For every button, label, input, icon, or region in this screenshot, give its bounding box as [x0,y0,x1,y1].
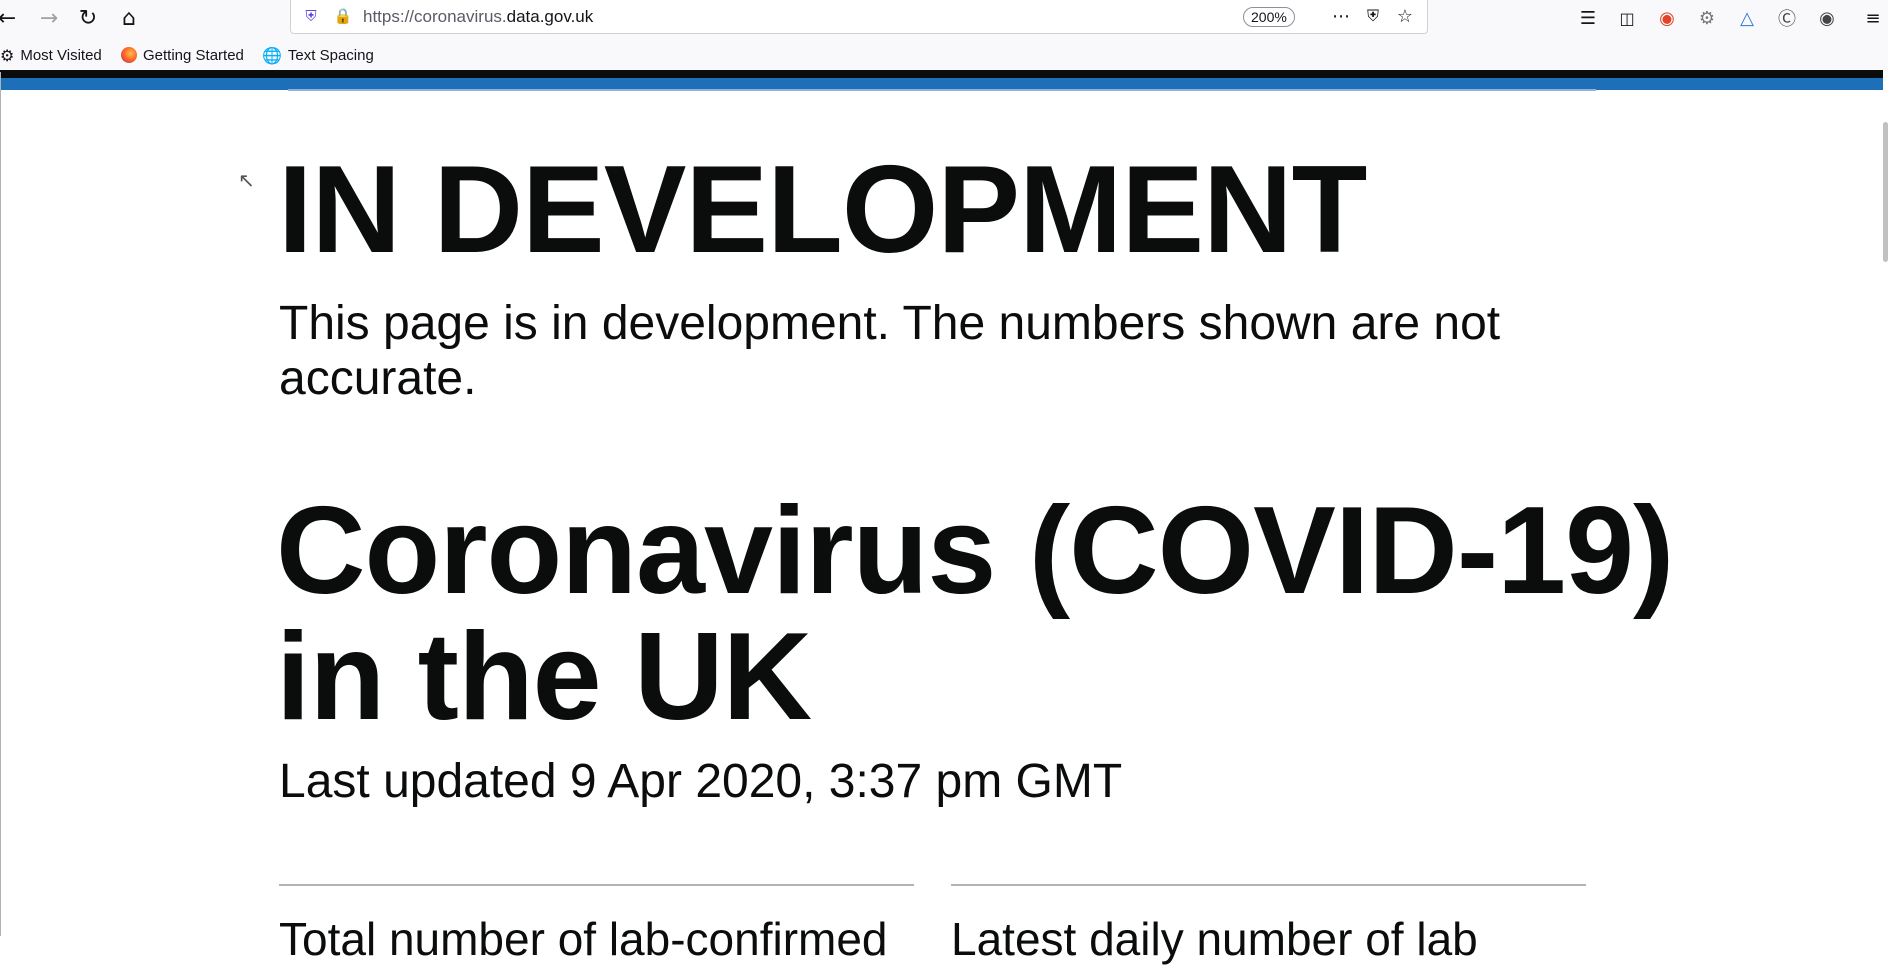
browser-toolbar: ← → ↻ ⌂ ⛨ 🔒 https://coronavirus.data.gov… [0,0,1888,36]
pocket-icon[interactable]: ⛨ [1361,4,1385,28]
mouse-cursor-icon: ↖ [238,168,255,192]
extension-icon[interactable]: ⚙ [1695,6,1719,30]
scrollbar[interactable] [1883,122,1888,262]
lock-icon[interactable]: 🔒 [331,4,355,28]
development-notice: This page is in development. The numbers… [279,297,1501,405]
url-bar[interactable]: ⛨ 🔒 https://coronavirus.data.gov.uk 200%… [290,0,1428,34]
page-left-border [0,72,1,936]
last-updated: Last updated 9 Apr 2020, 3:37 pm GMT [279,755,1123,808]
development-heading: IN DEVELOPMENT [278,141,1367,279]
reload-icon[interactable]: ↻ [75,5,101,31]
card-divider [279,884,914,886]
total-cases-card-label: Total number of lab-confirmed [279,913,888,965]
back-icon[interactable]: ← [0,5,20,31]
extension-icon[interactable]: ◉ [1655,6,1679,30]
account-icon[interactable]: ◉ [1815,6,1839,30]
bookmark-most-visited[interactable]: ⚙ Most Visited [0,45,102,65]
tracking-shield-icon[interactable]: ⛨ [299,4,323,28]
page-header-bar [0,70,1883,78]
header-rule [288,89,1596,91]
sidebar-icon[interactable]: ◫ [1615,6,1639,30]
card-divider [951,884,1586,886]
bookmark-text-spacing[interactable]: 🌐 Text Spacing [262,45,374,65]
globe-icon: 🌐 [262,45,282,65]
daily-cases-card-label: Latest daily number of lab [951,913,1478,965]
bookmark-star-icon[interactable]: ☆ [1393,4,1417,28]
home-icon[interactable]: ⌂ [116,5,142,31]
firefox-icon [121,47,137,63]
gear-icon: ⚙ [0,45,15,65]
bookmarks-bar: ⚙ Most Visited Getting Started 🌐 Text Sp… [0,36,1888,72]
extension-icon[interactable]: Ⓒ [1775,6,1799,30]
menu-icon[interactable]: ≡ [1861,6,1885,30]
library-icon[interactable]: ☰ [1576,6,1600,30]
zoom-level-badge[interactable]: 200% [1243,7,1295,27]
page-title: Coronavirus (COVID-19) in the UK [276,482,1674,746]
extension-icon[interactable]: △ [1735,6,1759,30]
more-icon[interactable]: ⋯ [1329,4,1353,28]
forward-icon[interactable]: → [36,5,62,31]
url-text[interactable]: https://coronavirus.data.gov.uk [363,7,593,27]
bookmark-getting-started[interactable]: Getting Started [121,45,244,65]
